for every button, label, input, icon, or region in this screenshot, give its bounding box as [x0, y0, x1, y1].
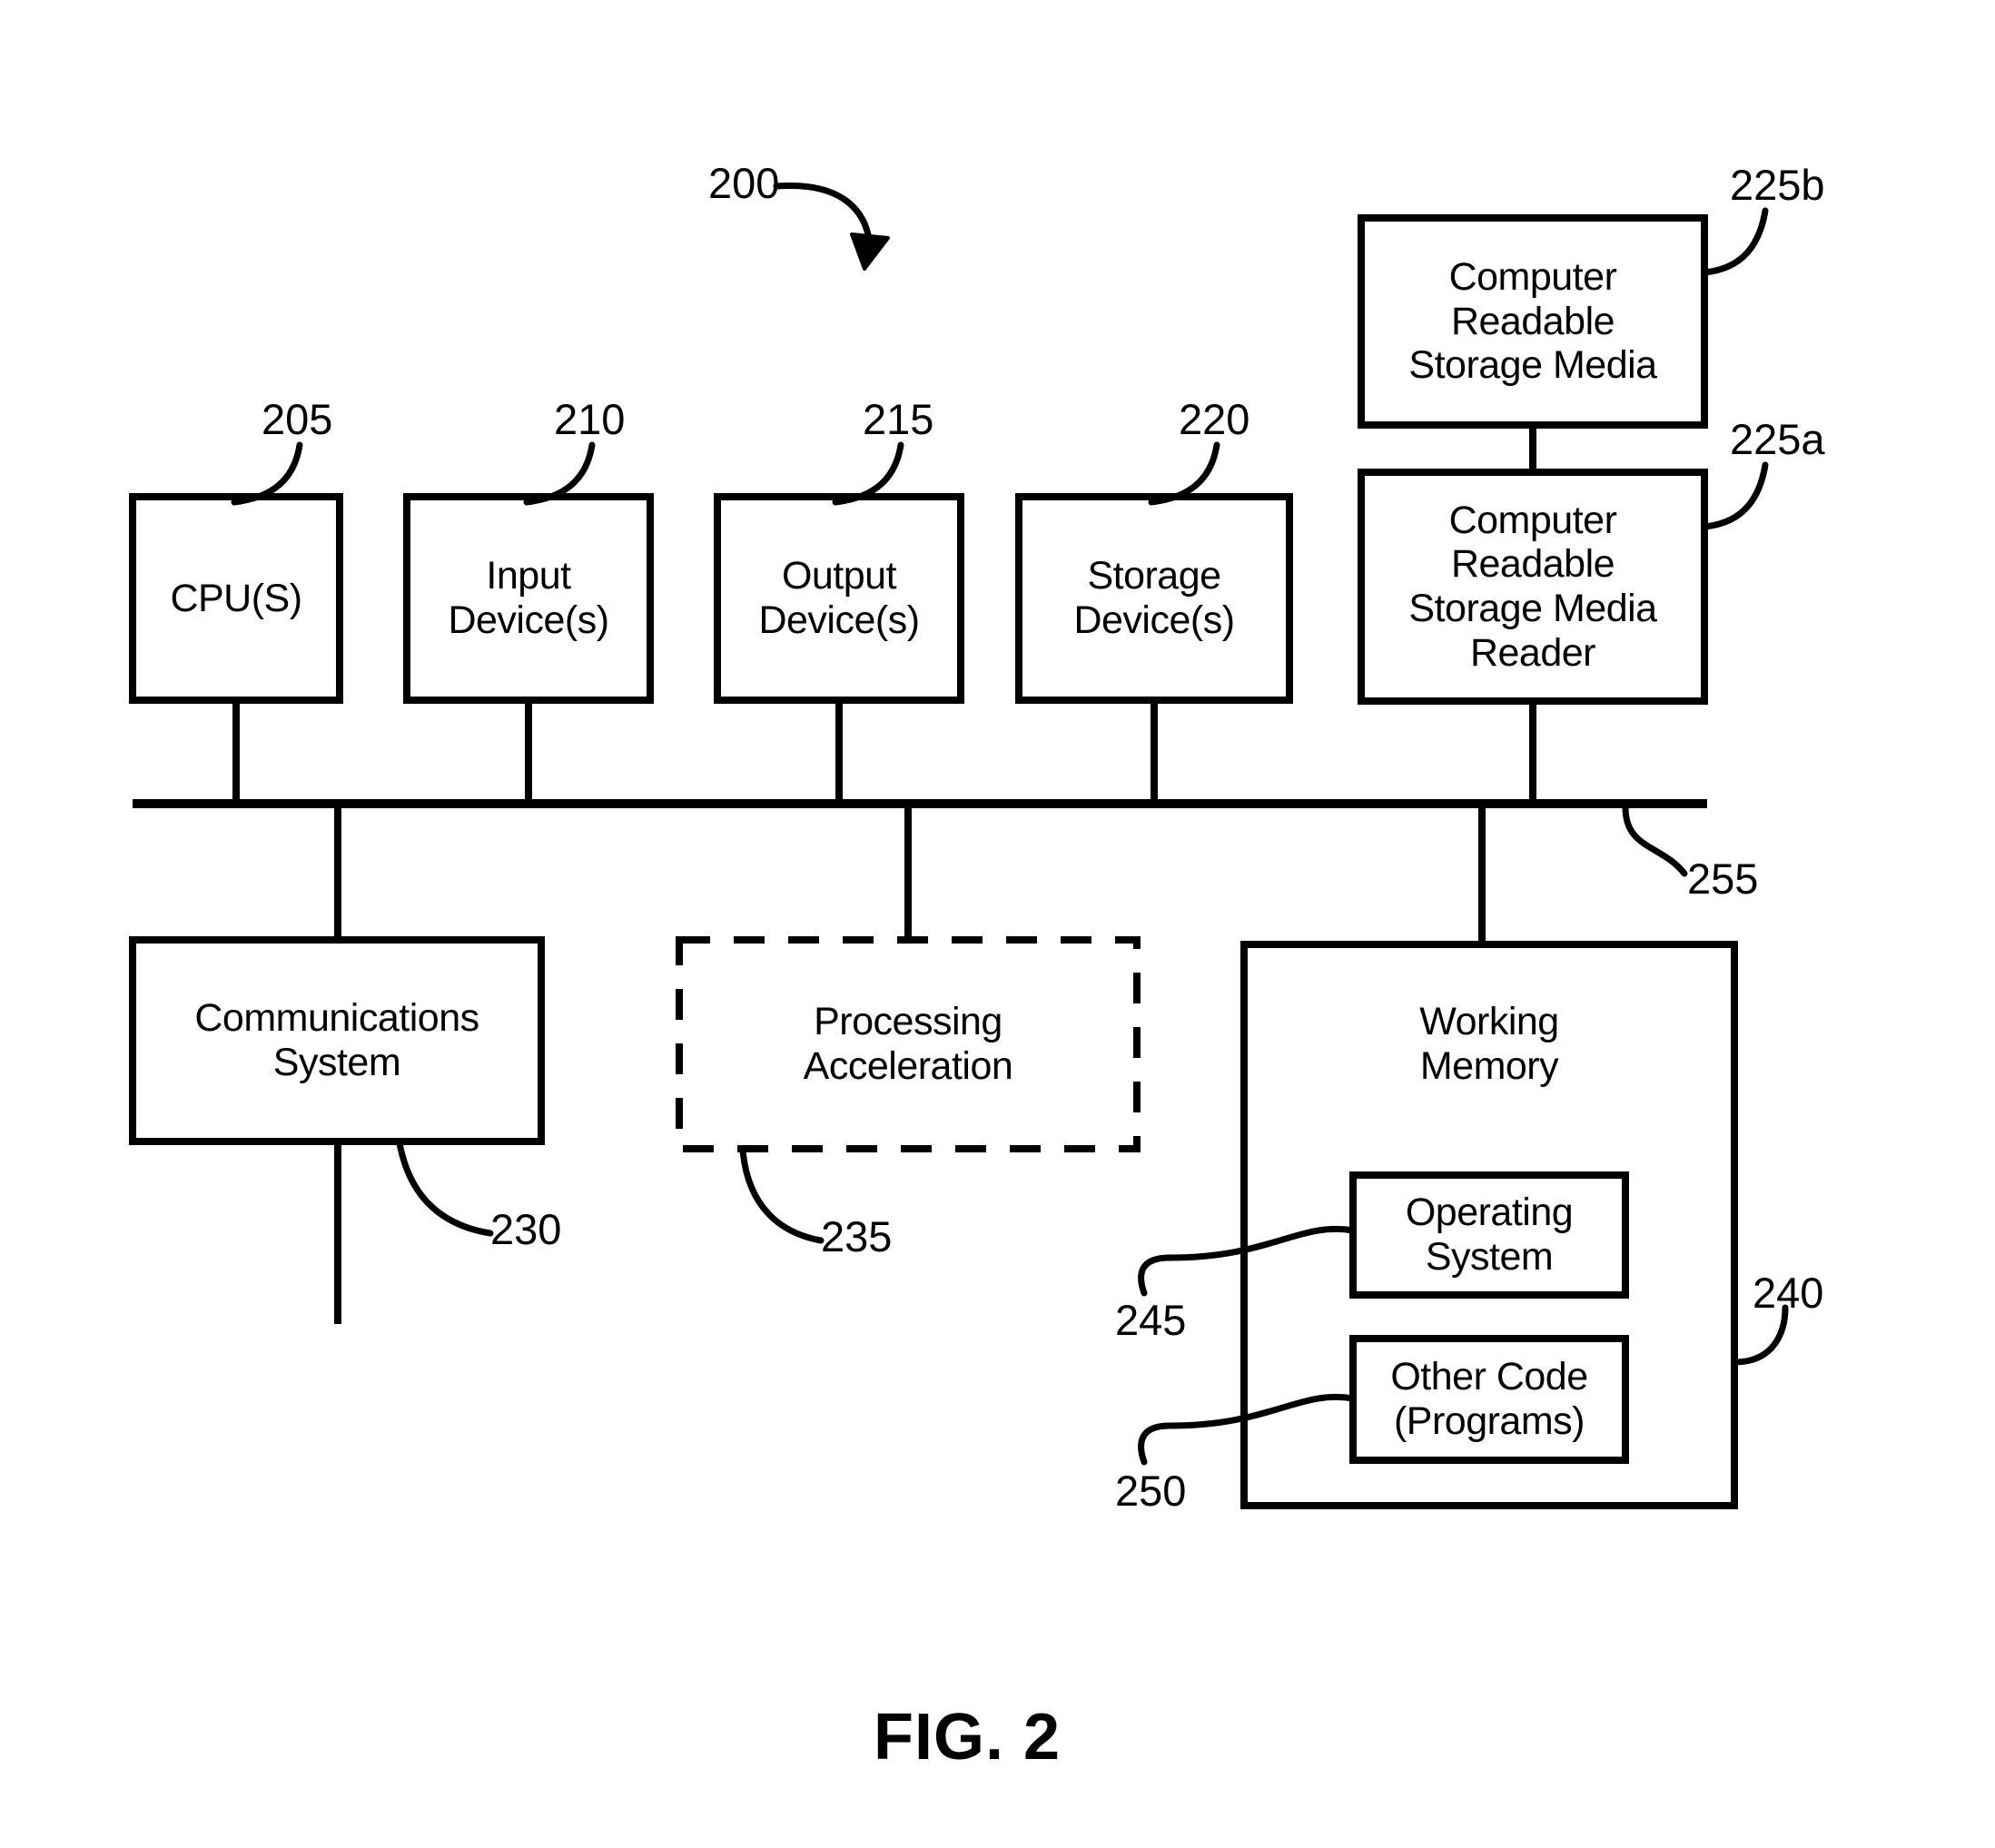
ref-number-200: 200 — [708, 159, 780, 207]
ref-number-220: 220 — [1179, 395, 1250, 443]
leader-225a — [1701, 461, 1769, 530]
ref-number-210: 210 — [554, 395, 626, 443]
ref-number-235: 235 — [821, 1212, 893, 1260]
block-storage-devices — [1015, 493, 1293, 704]
ref-number-250: 250 — [1115, 1467, 1187, 1515]
ref-number-230: 230 — [490, 1205, 562, 1253]
ref-number-215: 215 — [863, 395, 934, 443]
block-output-devices — [714, 493, 964, 704]
patent-figure: CPU(S) Input Device(s) Output Device(s) … — [0, 0, 1995, 1848]
leader-230 — [396, 1140, 494, 1237]
ref-number-245: 245 — [1115, 1296, 1187, 1344]
figure-caption: FIG. 2 — [874, 1701, 1062, 1774]
block-computer-readable-storage-media — [1358, 214, 1708, 429]
ref-number-255: 255 — [1687, 855, 1759, 903]
system-200-arrow — [773, 182, 890, 271]
block-computer-readable-storage-media-reader — [1358, 469, 1708, 705]
leader-225b — [1701, 207, 1769, 276]
diagram-canvas — [129, 182, 1789, 1509]
ref-number-225b: 225b — [1730, 161, 1825, 209]
leader-255 — [1622, 804, 1688, 877]
block-working-memory — [1240, 941, 1738, 1509]
block-other-code — [1349, 1335, 1629, 1464]
ref-number-205: 205 — [262, 395, 333, 443]
block-input-devices — [403, 493, 654, 704]
block-communications-system — [129, 936, 545, 1145]
block-operating-system — [1349, 1171, 1629, 1299]
block-cpu — [129, 493, 343, 704]
ref-number-225a: 225a — [1730, 415, 1825, 463]
ref-number-240: 240 — [1753, 1269, 1824, 1317]
block-processing-acceleration — [676, 936, 1141, 1152]
leader-235 — [739, 1147, 825, 1244]
